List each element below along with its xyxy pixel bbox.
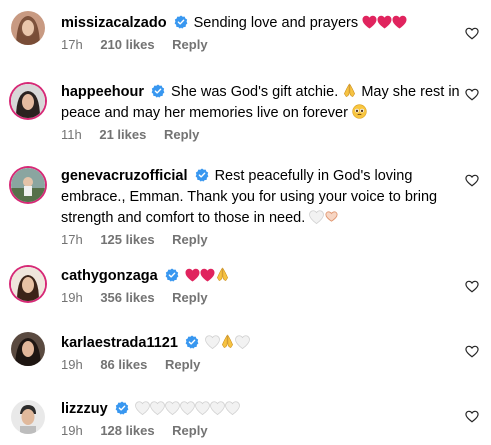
avatar[interactable] bbox=[11, 332, 45, 366]
comment-text: Sending love and prayers bbox=[193, 15, 359, 31]
comment-username[interactable]: missizacalzado bbox=[61, 15, 167, 31]
comment-username[interactable]: cathygonzaga bbox=[61, 268, 158, 284]
avatar[interactable] bbox=[11, 11, 45, 45]
reply-button[interactable]: Reply bbox=[164, 127, 199, 142]
comment-username[interactable]: lizzzuy bbox=[61, 401, 108, 417]
verified-badge-icon bbox=[165, 268, 179, 282]
reply-button[interactable]: Reply bbox=[172, 232, 207, 247]
comment-text: strength and comfort to those in need. bbox=[61, 210, 306, 226]
like-heart-icon[interactable] bbox=[465, 174, 479, 187]
white-heart-icon bbox=[135, 401, 150, 415]
comment-text: Rest peacefully in God's loving bbox=[214, 168, 413, 184]
folded-hands-icon bbox=[215, 267, 230, 282]
comment-text: She was God's gift atchie. bbox=[171, 84, 339, 100]
verified-badge-icon bbox=[195, 168, 209, 182]
comment-likes[interactable]: 125 likes bbox=[100, 232, 154, 247]
comment-time: 19h bbox=[61, 423, 83, 438]
white-heart-icon bbox=[309, 210, 324, 224]
red-heart-icon bbox=[377, 15, 392, 29]
comment-likes[interactable]: 21 likes bbox=[99, 127, 146, 142]
white-heart-icon bbox=[180, 401, 195, 415]
avatar[interactable] bbox=[11, 400, 45, 434]
red-heart-icon bbox=[200, 268, 215, 282]
red-heart-icon bbox=[185, 268, 200, 282]
verified-badge-icon bbox=[115, 401, 129, 415]
comment-text: embrace., Emman. Thank you for using you… bbox=[61, 189, 438, 205]
comment-time: 11h bbox=[61, 127, 82, 142]
comment-text: peace and may her memories live on forev… bbox=[61, 105, 348, 121]
red-heart-icon bbox=[392, 15, 407, 29]
comment-time: 17h bbox=[61, 37, 83, 52]
white-heart-icon bbox=[210, 401, 225, 415]
red-heart-icon bbox=[362, 15, 377, 29]
verified-badge-icon bbox=[151, 84, 165, 98]
comment-time: 19h bbox=[61, 290, 83, 305]
comment-username[interactable]: karlaestrada1121 bbox=[61, 335, 178, 351]
white-heart-icon bbox=[225, 401, 240, 415]
like-heart-icon[interactable] bbox=[465, 88, 479, 101]
reply-button[interactable]: Reply bbox=[172, 37, 207, 52]
like-heart-icon[interactable] bbox=[465, 410, 479, 423]
comment-time: 19h bbox=[61, 357, 83, 372]
like-heart-icon[interactable] bbox=[465, 345, 479, 358]
reply-button[interactable]: Reply bbox=[172, 290, 207, 305]
folded-hands-icon bbox=[342, 83, 357, 98]
pleading-face-icon bbox=[352, 104, 367, 119]
reply-button[interactable]: Reply bbox=[172, 423, 207, 438]
heart-hands-icon bbox=[324, 209, 339, 224]
white-heart-icon bbox=[150, 401, 165, 415]
comment-likes[interactable]: 210 likes bbox=[100, 37, 154, 52]
avatar[interactable] bbox=[11, 267, 45, 301]
comment-likes[interactable]: 86 likes bbox=[100, 357, 147, 372]
comment-text: May she rest in bbox=[361, 84, 460, 100]
white-heart-icon bbox=[165, 401, 180, 415]
avatar[interactable] bbox=[11, 168, 45, 202]
white-heart-icon bbox=[235, 335, 250, 349]
folded-hands-icon bbox=[220, 334, 235, 349]
like-heart-icon[interactable] bbox=[465, 280, 479, 293]
verified-badge-icon bbox=[185, 335, 199, 349]
avatar[interactable] bbox=[11, 84, 45, 118]
white-heart-icon bbox=[205, 335, 220, 349]
white-heart-icon bbox=[195, 401, 210, 415]
like-heart-icon[interactable] bbox=[465, 27, 479, 40]
comment-likes[interactable]: 356 likes bbox=[100, 290, 154, 305]
comment-time: 17h bbox=[61, 232, 83, 247]
verified-badge-icon bbox=[174, 15, 188, 29]
reply-button[interactable]: Reply bbox=[165, 357, 200, 372]
comment-username[interactable]: happeehour bbox=[61, 84, 144, 100]
comment-likes[interactable]: 128 likes bbox=[100, 423, 154, 438]
comment-username[interactable]: genevacruzofficial bbox=[61, 168, 188, 184]
